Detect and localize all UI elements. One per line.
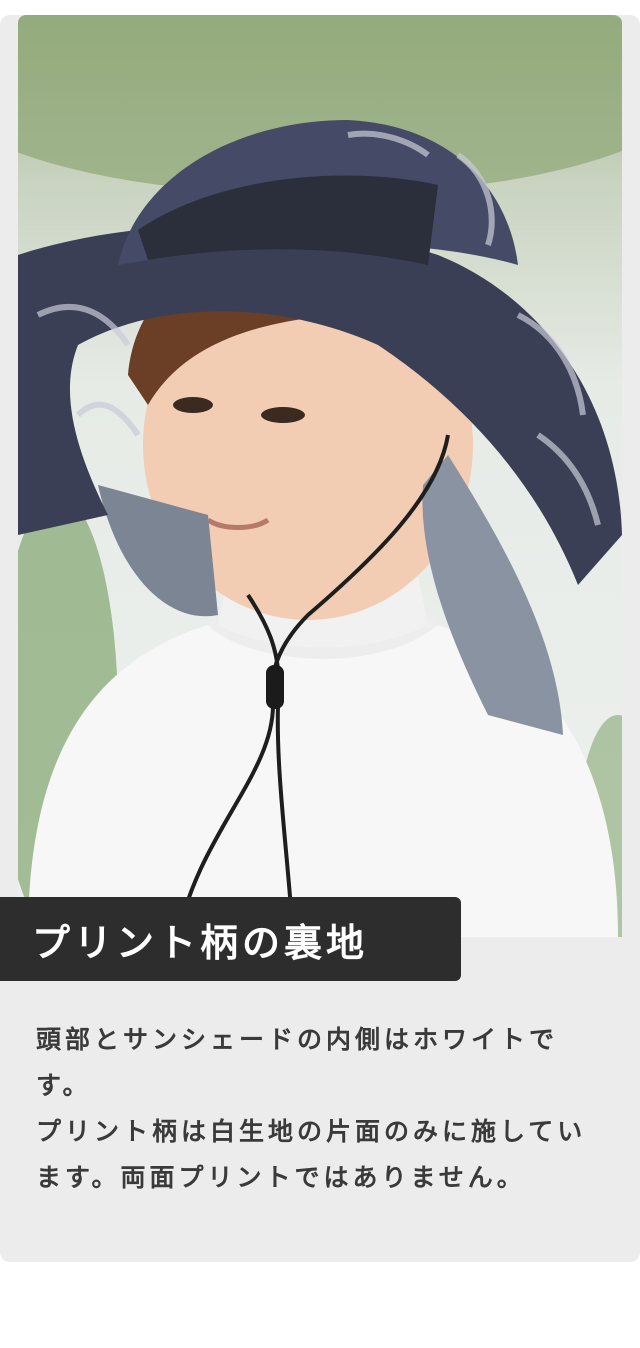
description: 頭部とサンシェードの内側はホワイトです。 プリント柄は白生地の片面のみに施してい…: [36, 1017, 608, 1201]
content-card: プリント柄の裏地 頭部とサンシェードの内側はホワイトです。 プリント柄は白生地の…: [0, 15, 640, 1262]
section-label: プリント柄の裏地: [0, 897, 461, 981]
description-paragraph-1: 頭部とサンシェードの内側はホワイトです。: [36, 1025, 559, 1100]
description-paragraph-2: プリント柄は白生地の片面のみに施しています。両面プリントではありません。: [36, 1117, 587, 1192]
product-photo-illustration: [18, 15, 622, 937]
product-photo: [18, 15, 622, 937]
section-label-text: プリント柄の裏地: [32, 920, 369, 965]
